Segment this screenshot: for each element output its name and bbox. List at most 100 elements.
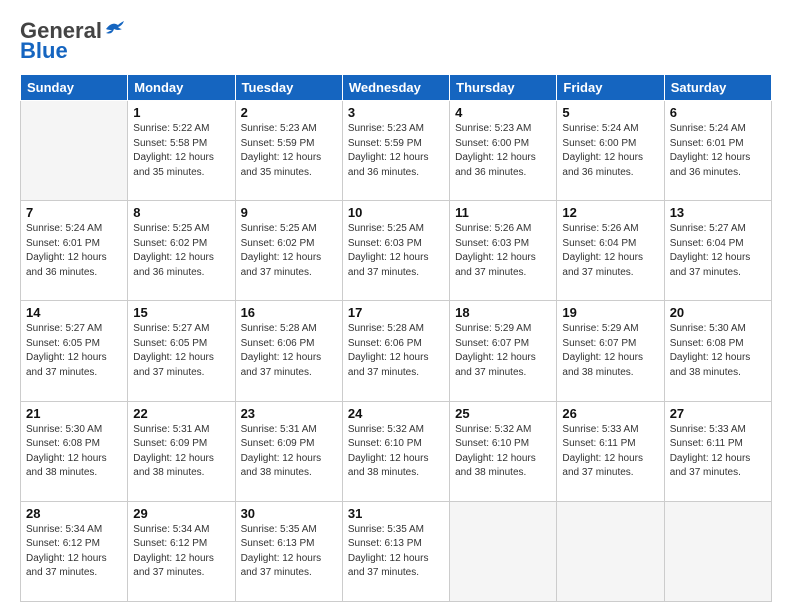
calendar-cell [557, 501, 664, 601]
calendar-cell: 8Sunrise: 5:25 AM Sunset: 6:02 PM Daylig… [128, 201, 235, 301]
calendar-cell: 25 Sunrise: 5:32 AM Sunset: 6:10 PM Dayli… [450, 401, 557, 501]
calendar-cell: 14 Sunrise: 5:27 AM Sunset: 6:05 PM Dayli… [21, 301, 128, 401]
calendar-cell: 15Sunrise: 5:27 AM Sunset: 6:05 PM Dayli… [128, 301, 235, 401]
day-number: 9 [241, 205, 337, 220]
weekday-header-wednesday: Wednesday [342, 75, 449, 101]
day-number: 23 [241, 406, 337, 421]
calendar-cell: 22 Sunrise: 5:31 AM Sunset: 6:09 PM Dayli… [128, 401, 235, 501]
cell-info: Sunrise: 5:30 AM Sunset: 6:08 PM Dayligh… [26, 423, 122, 481]
cell-info: Sunrise: 5:25 AM Sunset: 6:02 PM Dayligh… [133, 222, 229, 280]
day-number: 4 [455, 105, 551, 120]
cell-info: Sunrise: 5:31 AM Sunset: 6:09 PM Dayligh… [241, 423, 337, 481]
day-number: 25 [455, 406, 551, 421]
cell-info: Sunrise: 5:26 AM Sunset: 6:03 PM Dayligh… [455, 222, 551, 280]
day-number: 20 [670, 305, 766, 320]
cell-info: Sunrise: 5:31 AM Sunset: 6:09 PM Dayligh… [133, 423, 229, 481]
cell-info: Sunrise: 5:26 AM Sunset: 6:04 PM Dayligh… [562, 222, 658, 280]
cell-info: Sunrise: 5:32 AM Sunset: 6:10 PM Dayligh… [348, 423, 444, 481]
cell-info: Sunrise: 5:28 AM Sunset: 6:06 PM Dayligh… [241, 322, 337, 380]
day-number: 1 [133, 105, 229, 120]
day-number: 5 [562, 105, 658, 120]
day-number: 28 [26, 506, 122, 521]
day-number: 24 [348, 406, 444, 421]
weekday-header-monday: Monday [128, 75, 235, 101]
cell-info: Sunrise: 5:24 AM Sunset: 6:01 PM Dayligh… [26, 222, 122, 280]
cell-info: Sunrise: 5:23 AM Sunset: 6:00 PM Dayligh… [455, 122, 551, 180]
calendar-week-1: 1 Sunrise: 5:22 AM Sunset: 5:58 PM Daylig… [21, 101, 772, 201]
calendar-cell: 29Sunrise: 5:34 AM Sunset: 6:12 PM Dayli… [128, 501, 235, 601]
day-number: 13 [670, 205, 766, 220]
day-number: 12 [562, 205, 658, 220]
day-number: 16 [241, 305, 337, 320]
cell-info: Sunrise: 5:35 AM Sunset: 6:13 PM Dayligh… [241, 523, 337, 581]
cell-info: Sunrise: 5:23 AM Sunset: 5:59 PM Dayligh… [348, 122, 444, 180]
cell-info: Sunrise: 5:25 AM Sunset: 6:03 PM Dayligh… [348, 222, 444, 280]
cell-info: Sunrise: 5:22 AM Sunset: 5:58 PM Dayligh… [133, 122, 229, 180]
day-number: 7 [26, 205, 122, 220]
cell-info: Sunrise: 5:27 AM Sunset: 6:04 PM Dayligh… [670, 222, 766, 280]
day-number: 6 [670, 105, 766, 120]
weekday-header-saturday: Saturday [664, 75, 771, 101]
day-number: 19 [562, 305, 658, 320]
calendar-table: SundayMondayTuesdayWednesdayThursdayFrid… [20, 74, 772, 602]
day-number: 18 [455, 305, 551, 320]
cell-info: Sunrise: 5:34 AM Sunset: 6:12 PM Dayligh… [26, 523, 122, 581]
logo-blue-text: Blue [20, 38, 68, 64]
cell-info: Sunrise: 5:33 AM Sunset: 6:11 PM Dayligh… [670, 423, 766, 481]
day-number: 22 [133, 406, 229, 421]
calendar-cell: 24 Sunrise: 5:32 AM Sunset: 6:10 PM Dayli… [342, 401, 449, 501]
cell-info: Sunrise: 5:24 AM Sunset: 6:01 PM Dayligh… [670, 122, 766, 180]
calendar-week-4: 21 Sunrise: 5:30 AM Sunset: 6:08 PM Dayli… [21, 401, 772, 501]
calendar-cell: 12 Sunrise: 5:26 AM Sunset: 6:04 PM Dayli… [557, 201, 664, 301]
calendar-week-3: 14 Sunrise: 5:27 AM Sunset: 6:05 PM Dayli… [21, 301, 772, 401]
calendar-cell: 1 Sunrise: 5:22 AM Sunset: 5:58 PM Daylig… [128, 101, 235, 201]
cell-info: Sunrise: 5:30 AM Sunset: 6:08 PM Dayligh… [670, 322, 766, 380]
day-number: 26 [562, 406, 658, 421]
day-number: 10 [348, 205, 444, 220]
day-number: 31 [348, 506, 444, 521]
header: General Blue [20, 18, 772, 64]
weekday-header-friday: Friday [557, 75, 664, 101]
weekday-header-thursday: Thursday [450, 75, 557, 101]
calendar-cell: 21 Sunrise: 5:30 AM Sunset: 6:08 PM Dayli… [21, 401, 128, 501]
cell-info: Sunrise: 5:25 AM Sunset: 6:02 PM Dayligh… [241, 222, 337, 280]
calendar-cell: 4 Sunrise: 5:23 AM Sunset: 6:00 PM Daylig… [450, 101, 557, 201]
calendar-cell: 28 Sunrise: 5:34 AM Sunset: 6:12 PM Dayli… [21, 501, 128, 601]
day-number: 17 [348, 305, 444, 320]
calendar-cell [664, 501, 771, 601]
calendar-cell: 13 Sunrise: 5:27 AM Sunset: 6:04 PM Dayli… [664, 201, 771, 301]
calendar-cell [21, 101, 128, 201]
calendar-cell: 19 Sunrise: 5:29 AM Sunset: 6:07 PM Dayli… [557, 301, 664, 401]
calendar-week-5: 28 Sunrise: 5:34 AM Sunset: 6:12 PM Dayli… [21, 501, 772, 601]
weekday-header-sunday: Sunday [21, 75, 128, 101]
calendar-cell: 17Sunrise: 5:28 AM Sunset: 6:06 PM Dayli… [342, 301, 449, 401]
calendar-week-2: 7 Sunrise: 5:24 AM Sunset: 6:01 PM Daylig… [21, 201, 772, 301]
cell-info: Sunrise: 5:29 AM Sunset: 6:07 PM Dayligh… [455, 322, 551, 380]
cell-info: Sunrise: 5:27 AM Sunset: 6:05 PM Dayligh… [26, 322, 122, 380]
page: General Blue SundayMondayTuesdayWednesda… [0, 0, 792, 612]
day-number: 3 [348, 105, 444, 120]
day-number: 30 [241, 506, 337, 521]
cell-info: Sunrise: 5:23 AM Sunset: 5:59 PM Dayligh… [241, 122, 337, 180]
weekday-header-row: SundayMondayTuesdayWednesdayThursdayFrid… [21, 75, 772, 101]
calendar-cell: 3 Sunrise: 5:23 AM Sunset: 5:59 PM Daylig… [342, 101, 449, 201]
cell-info: Sunrise: 5:35 AM Sunset: 6:13 PM Dayligh… [348, 523, 444, 581]
cell-info: Sunrise: 5:24 AM Sunset: 6:00 PM Dayligh… [562, 122, 658, 180]
calendar-cell: 11Sunrise: 5:26 AM Sunset: 6:03 PM Dayli… [450, 201, 557, 301]
calendar-cell: 23 Sunrise: 5:31 AM Sunset: 6:09 PM Dayli… [235, 401, 342, 501]
cell-info: Sunrise: 5:32 AM Sunset: 6:10 PM Dayligh… [455, 423, 551, 481]
calendar-cell: 10 Sunrise: 5:25 AM Sunset: 6:03 PM Dayli… [342, 201, 449, 301]
cell-info: Sunrise: 5:29 AM Sunset: 6:07 PM Dayligh… [562, 322, 658, 380]
day-number: 2 [241, 105, 337, 120]
day-number: 14 [26, 305, 122, 320]
logo: General Blue [20, 18, 126, 64]
day-number: 21 [26, 406, 122, 421]
calendar-cell: 7 Sunrise: 5:24 AM Sunset: 6:01 PM Daylig… [21, 201, 128, 301]
calendar-cell [450, 501, 557, 601]
day-number: 27 [670, 406, 766, 421]
calendar-cell: 2 Sunrise: 5:23 AM Sunset: 5:59 PM Daylig… [235, 101, 342, 201]
weekday-header-tuesday: Tuesday [235, 75, 342, 101]
cell-info: Sunrise: 5:34 AM Sunset: 6:12 PM Dayligh… [133, 523, 229, 581]
calendar-cell: 31 Sunrise: 5:35 AM Sunset: 6:13 PM Dayli… [342, 501, 449, 601]
calendar-cell: 26Sunrise: 5:33 AM Sunset: 6:11 PM Dayli… [557, 401, 664, 501]
